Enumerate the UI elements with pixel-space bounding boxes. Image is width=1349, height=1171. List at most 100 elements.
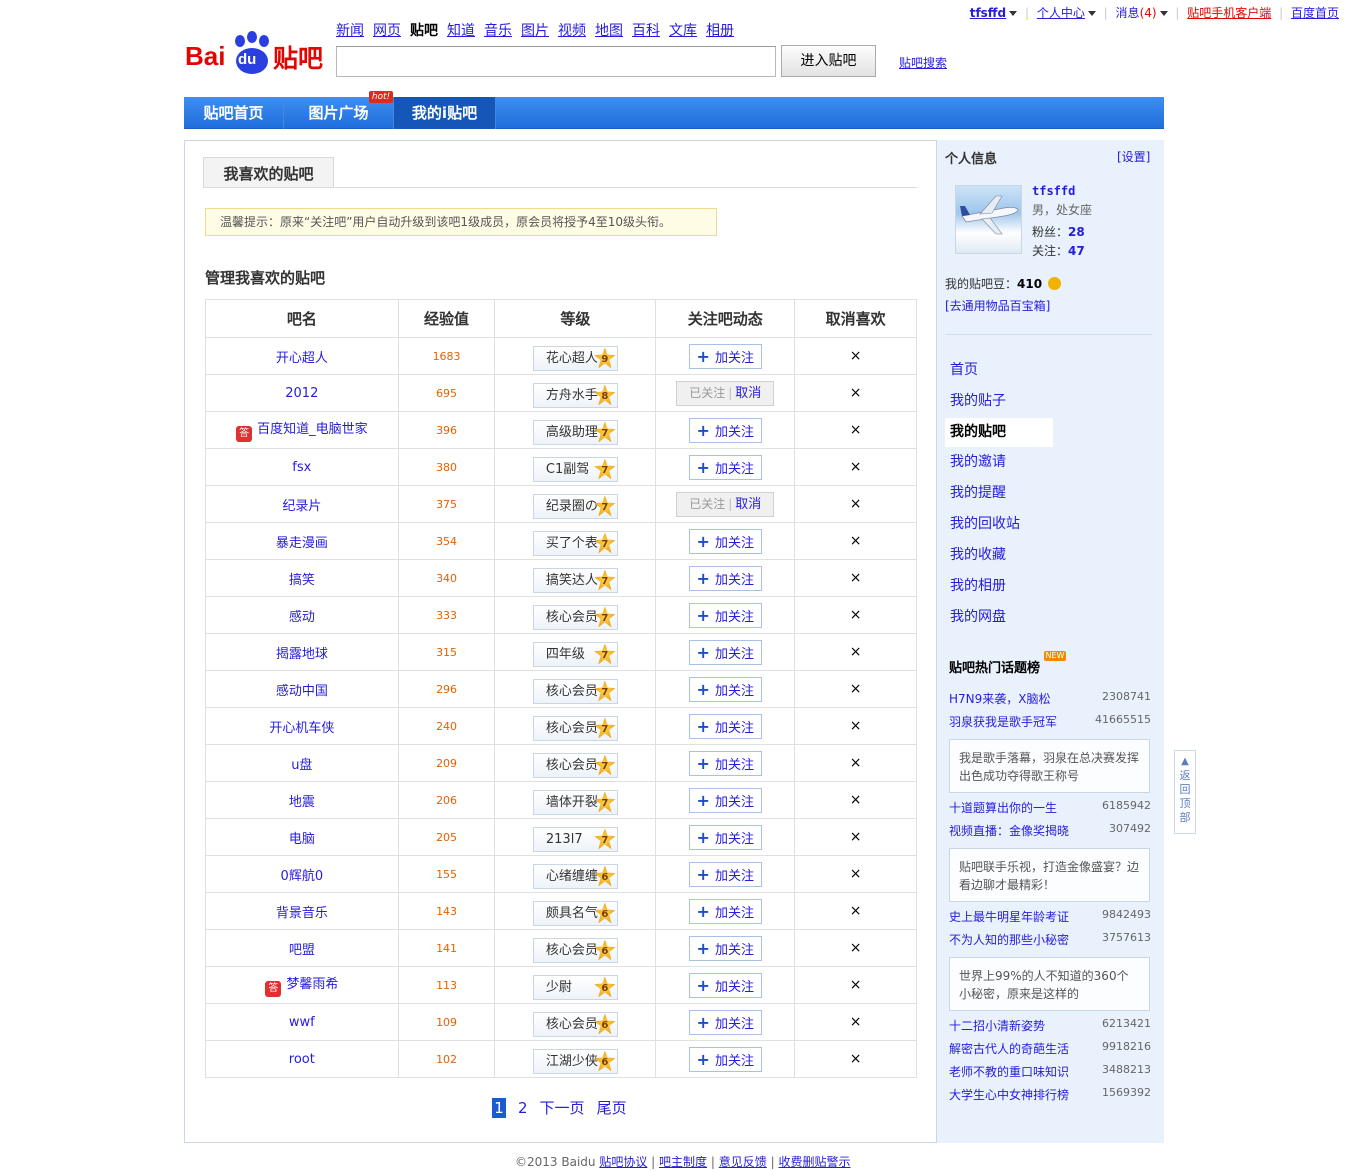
nav-album[interactable]: 相册 — [706, 20, 734, 40]
nav-video[interactable]: 视频 — [558, 20, 586, 40]
level-title-badge[interactable]: 方舟水手 8 — [532, 382, 618, 408]
unfollow-button[interactable]: 取消 — [735, 386, 761, 401]
level-title-badge[interactable]: 花心超人 9 — [532, 345, 618, 371]
tieba-name-link[interactable]: fsx — [292, 460, 311, 475]
hot-topic-item[interactable]: 老师不教的重口味知识 3488213 — [949, 1063, 1151, 1081]
hot-topic-title[interactable]: 不为人知的那些小秘密 — [949, 931, 1069, 948]
hot-topic-title[interactable]: 大学生心中女神排行榜 — [949, 1086, 1069, 1103]
level-title-badge[interactable]: 213l7 7 — [532, 826, 618, 852]
close-icon[interactable]: × — [850, 829, 862, 845]
sidebar-item-netdisk[interactable]: 我的网盘 — [945, 603, 1053, 632]
follow-button[interactable]: + 加关注 — [688, 417, 762, 443]
level-title-badge[interactable]: 颇具名气 6 — [532, 900, 618, 926]
sidebar-item-my-tieba[interactable]: 我的贴吧 — [945, 418, 1053, 447]
tieba-name-link[interactable]: 百度知道_电脑世家 — [257, 422, 368, 437]
level-title-badge[interactable]: 核心会员 7 — [532, 678, 618, 704]
page-current[interactable]: 1 — [492, 1098, 506, 1118]
hot-topic-item[interactable]: 十二招小清新姿势 6213421 — [949, 1017, 1151, 1035]
tieba-name-link[interactable]: 0辉航0 — [281, 869, 324, 884]
nav-web[interactable]: 网页 — [373, 20, 401, 40]
sidebar-item-home[interactable]: 首页 — [945, 356, 1053, 385]
level-title-badge[interactable]: 高级助理 7 — [532, 419, 618, 445]
follow-button[interactable]: + 加关注 — [688, 1046, 762, 1072]
follow-button[interactable]: + 加关注 — [688, 639, 762, 665]
follow-button[interactable]: + 加关注 — [688, 454, 762, 480]
hot-topic-item[interactable]: 不为人知的那些小秘密 3757613 — [949, 931, 1151, 949]
tieba-name-link[interactable]: 电脑 — [289, 832, 315, 847]
sidebar-item-invites[interactable]: 我的邀请 — [945, 448, 1053, 477]
close-icon[interactable]: × — [850, 1051, 862, 1067]
hot-topic-title[interactable]: 视频直播：金像奖揭晓 — [949, 822, 1069, 839]
follow-button[interactable]: + 加关注 — [688, 602, 762, 628]
nav-map[interactable]: 地图 — [595, 20, 623, 40]
close-icon[interactable]: × — [850, 755, 862, 771]
enter-tieba-button[interactable]: 进入贴吧 — [781, 45, 876, 77]
follow-button[interactable]: + 加关注 — [688, 824, 762, 850]
hot-topic-title[interactable]: 十道题算出你的一生 — [949, 799, 1057, 816]
treasure-box-link[interactable]: [去通用物品百宝箱] — [945, 297, 1050, 314]
footer-link-feedback[interactable]: 意见反馈 — [719, 1155, 767, 1169]
level-title-badge[interactable]: 核心会员 7 — [532, 715, 618, 741]
sidebar-item-my-posts[interactable]: 我的贴子 — [945, 387, 1053, 416]
tieba-name-link[interactable]: 纪录片 — [282, 499, 321, 514]
follow-button[interactable]: + 加关注 — [688, 1009, 762, 1035]
sidebar-username[interactable]: tfsffd — [1032, 184, 1075, 198]
tieba-name-link[interactable]: 吧盟 — [289, 943, 315, 958]
close-icon[interactable]: × — [850, 459, 862, 475]
mobile-client-link[interactable]: 贴吧手机客户端 — [1187, 4, 1271, 21]
level-title-badge[interactable]: 墙体开裂 7 — [532, 789, 618, 815]
tieba-name-link[interactable]: 2012 — [285, 386, 318, 401]
tieba-name-link[interactable]: 开心超人 — [276, 351, 328, 366]
close-icon[interactable]: × — [850, 903, 862, 919]
avatar[interactable] — [955, 185, 1022, 254]
level-title-badge[interactable]: 纪录圈の 7 — [532, 493, 618, 519]
sidebar-item-reminders[interactable]: 我的提醒 — [945, 479, 1053, 508]
hot-topic-title[interactable]: 十二招小清新姿势 — [949, 1017, 1045, 1034]
sidebar-item-favorites[interactable]: 我的收藏 — [945, 541, 1053, 570]
follow-button[interactable]: + 加关注 — [688, 750, 762, 776]
tieba-name-link[interactable]: 暴走漫画 — [276, 536, 328, 551]
follow-button[interactable]: + 加关注 — [688, 343, 762, 369]
close-icon[interactable]: × — [850, 940, 862, 956]
close-icon[interactable]: × — [850, 496, 862, 512]
tab-tieba-home[interactable]: 贴吧首页 — [184, 97, 284, 129]
nav-baike[interactable]: 百科 — [632, 20, 660, 40]
messages-link[interactable]: 消息(4) — [1116, 4, 1157, 21]
close-icon[interactable]: × — [850, 866, 862, 882]
baidu-home-link[interactable]: 百度首页 — [1291, 4, 1339, 21]
hot-topic-item[interactable]: 视频直播：金像奖揭晓 307492 — [949, 822, 1151, 840]
close-icon[interactable]: × — [850, 533, 862, 549]
footer-link-owner-rules[interactable]: 吧主制度 — [659, 1155, 707, 1169]
nav-zhidao[interactable]: 知道 — [447, 20, 475, 40]
follow-button[interactable]: + 加关注 — [688, 528, 762, 554]
personal-center-link[interactable]: 个人中心 — [1037, 4, 1085, 21]
level-title-badge[interactable]: 核心会员 7 — [532, 752, 618, 778]
page-2[interactable]: 2 — [518, 1099, 528, 1117]
tieba-name-link[interactable]: root — [289, 1052, 315, 1067]
tieba-name-link[interactable]: 地震 — [289, 795, 315, 810]
page-next[interactable]: 下一页 — [540, 1097, 585, 1118]
follow-button[interactable]: + 加关注 — [688, 787, 762, 813]
nav-tieba[interactable]: 贴吧 — [410, 20, 438, 40]
search-input[interactable] — [336, 46, 776, 77]
follow-button[interactable]: + 加关注 — [688, 565, 762, 591]
close-icon[interactable]: × — [850, 792, 862, 808]
level-title-badge[interactable]: C1副驾 7 — [532, 456, 618, 482]
unfollow-button[interactable]: 取消 — [735, 497, 761, 512]
follow-button[interactable]: + 加关注 — [688, 972, 762, 998]
hot-topic-item[interactable]: H7N9来袭，X脑松 2308741 — [949, 690, 1151, 708]
tieba-name-link[interactable]: 感动中国 — [276, 684, 328, 699]
sidebar-item-album[interactable]: 我的相册 — [945, 572, 1053, 601]
level-title-badge[interactable]: 搞笑达人 7 — [532, 567, 618, 593]
sidebar-item-recycle-bin[interactable]: 我的回收站 — [945, 510, 1053, 539]
close-icon[interactable]: × — [850, 570, 862, 586]
tieba-name-link[interactable]: wwf — [289, 1015, 315, 1030]
chevron-down-icon[interactable] — [1159, 11, 1168, 16]
tab-my-itieba[interactable]: 我的i贴吧 — [394, 97, 496, 129]
close-icon[interactable]: × — [850, 1014, 862, 1030]
chevron-down-icon[interactable] — [1009, 11, 1018, 16]
level-title-badge[interactable]: 江湖少侠 6 — [532, 1048, 618, 1074]
hot-topic-title[interactable]: 解密古代人的奇葩生活 — [949, 1040, 1069, 1057]
hot-topic-title[interactable]: 羽泉获我是歌手冠军 — [949, 713, 1057, 730]
hot-topic-item[interactable]: 羽泉获我是歌手冠军 41665515 — [949, 713, 1151, 731]
